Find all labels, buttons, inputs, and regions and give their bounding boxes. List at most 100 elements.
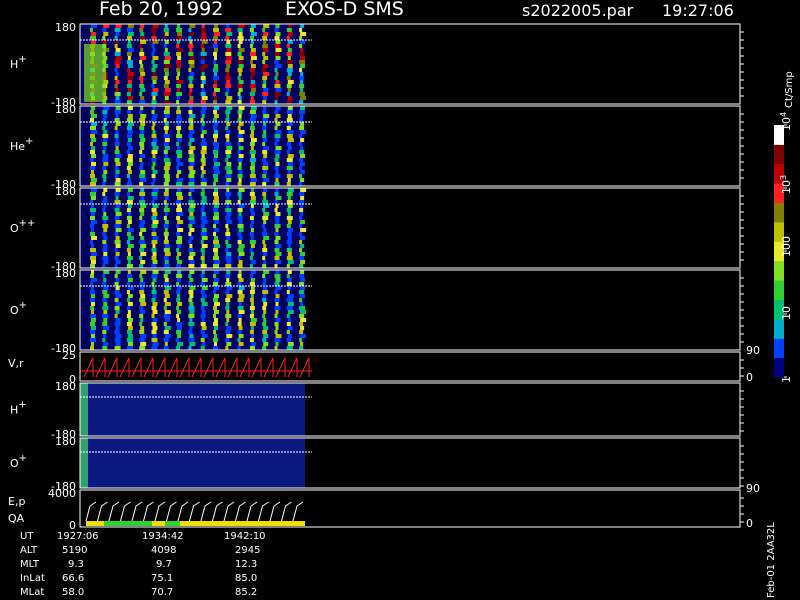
spectrogram-cell	[225, 240, 229, 244]
spectrogram-cell	[300, 146, 304, 150]
spectrogram-cell	[200, 100, 206, 104]
spectrogram-cell	[225, 36, 230, 40]
spectrogram-cell	[300, 270, 305, 274]
spectrogram-cell	[225, 158, 229, 162]
spectrogram-cell	[238, 342, 244, 346]
spectrogram-cell	[274, 298, 280, 302]
spectrogram-cell	[226, 64, 231, 68]
energy-trace	[97, 501, 108, 522]
spectrogram-cell	[262, 282, 267, 286]
spectrogram-cell	[300, 228, 307, 232]
spectrogram-cell	[114, 322, 121, 326]
spectrogram-cell	[91, 270, 94, 274]
qa-flag-bar	[86, 521, 104, 526]
spectrogram-cell	[275, 24, 280, 28]
spectrogram-cell	[127, 72, 134, 76]
spectrogram-cell	[177, 170, 182, 174]
spectrogram-cell	[299, 84, 305, 88]
spectrogram-cell	[91, 220, 97, 224]
spectrogram-cell	[250, 114, 257, 118]
spectrogram-cell	[114, 224, 121, 228]
species-label: O+	[10, 453, 27, 470]
spectrogram-cell	[213, 100, 217, 104]
velocity-trace	[83, 357, 94, 378]
energy-trace	[189, 501, 200, 522]
spectrogram-cell	[262, 322, 267, 326]
spectrogram-cell	[102, 158, 109, 162]
spectrogram-cell	[274, 240, 279, 244]
spectrogram-cell	[189, 294, 194, 298]
spectrogram-cell	[140, 170, 146, 174]
spectrogram-cell	[115, 146, 119, 150]
spectrogram-cell	[164, 146, 170, 150]
spectrogram-cell	[249, 282, 255, 286]
spectrogram-cell	[287, 48, 292, 52]
spectrogram-cell	[263, 342, 269, 346]
spectrogram-cell	[177, 270, 182, 274]
panel-frame	[79, 351, 741, 382]
spectrogram-cell	[213, 126, 217, 130]
spectrogram-cell	[151, 330, 157, 334]
spectrogram-cell	[274, 306, 281, 310]
spectrogram-cell	[102, 290, 108, 294]
spectrogram-cell	[127, 122, 134, 126]
spectrogram-cell	[139, 232, 143, 236]
spectrogram-cell	[275, 342, 279, 346]
spectrogram-cell	[274, 44, 281, 48]
spectrogram-cell	[114, 216, 120, 220]
spectrogram-cell	[200, 330, 205, 334]
spectrogram-cell	[249, 248, 253, 252]
spectrogram-cell	[151, 314, 155, 318]
spectrogram-cell	[126, 52, 132, 56]
spectrogram-cell	[201, 106, 207, 110]
spectrogram-cell	[250, 342, 256, 346]
spectrogram-cell	[177, 334, 182, 338]
spectrogram-cell	[262, 182, 267, 186]
spectrogram-cell	[249, 52, 256, 56]
spectrogram-cell	[188, 346, 192, 350]
velocity-trace	[95, 357, 106, 378]
spectrogram-cell	[103, 220, 107, 224]
colorbar-tick-label: 100	[780, 236, 793, 257]
spectrogram-cell	[214, 146, 219, 150]
ion-spectrogram-plot: 180-180H+180-180He+180-180O++180-180O+25…	[8, 21, 793, 532]
spectrogram-cell	[103, 310, 108, 314]
spectrogram-cell	[188, 208, 195, 212]
spectrogram-cell	[287, 294, 294, 298]
spectrogram-cell	[237, 142, 241, 146]
spectrogram-cell	[115, 138, 119, 142]
spectrogram-cell	[164, 88, 171, 92]
spectrogram-cell	[163, 200, 167, 204]
y-tick-label: 4000	[48, 487, 76, 500]
spectrogram-cell	[300, 326, 305, 330]
spectrogram-cell	[286, 216, 293, 220]
spectrogram-cell	[103, 334, 107, 338]
spectrogram-cell	[286, 126, 291, 130]
spectrogram-cell	[176, 142, 180, 146]
spectrogram-cell	[151, 110, 155, 114]
y-tick-label: 25	[62, 349, 76, 362]
spectrogram-cell	[91, 236, 97, 240]
spectrogram-cell	[262, 76, 268, 80]
spectrogram-cell	[127, 220, 132, 224]
spectrogram-cell	[237, 100, 242, 104]
spectrogram-cell	[151, 298, 156, 302]
spectrogram-cell	[299, 322, 304, 326]
spectrogram-cell	[152, 270, 159, 274]
spectrogram-cell	[103, 212, 107, 216]
spectrogram-cell	[226, 56, 233, 60]
spectrogram-cell	[139, 174, 146, 178]
spectrogram-cell	[151, 142, 157, 146]
spectrogram-cell	[188, 338, 195, 342]
spectrogram-cell	[262, 126, 267, 130]
spectrogram-cell	[115, 342, 121, 346]
spectrogram-cell	[164, 64, 171, 68]
spectrogram-cell	[140, 56, 147, 60]
spectrogram-cell	[188, 322, 195, 326]
spectrogram-cell	[238, 32, 243, 36]
spectrogram-cell	[102, 192, 106, 196]
spectrogram-cell	[214, 244, 220, 248]
spectrogram-cell	[127, 196, 134, 200]
spectrogram-cell	[163, 314, 170, 318]
spectrogram-cell	[226, 326, 232, 330]
